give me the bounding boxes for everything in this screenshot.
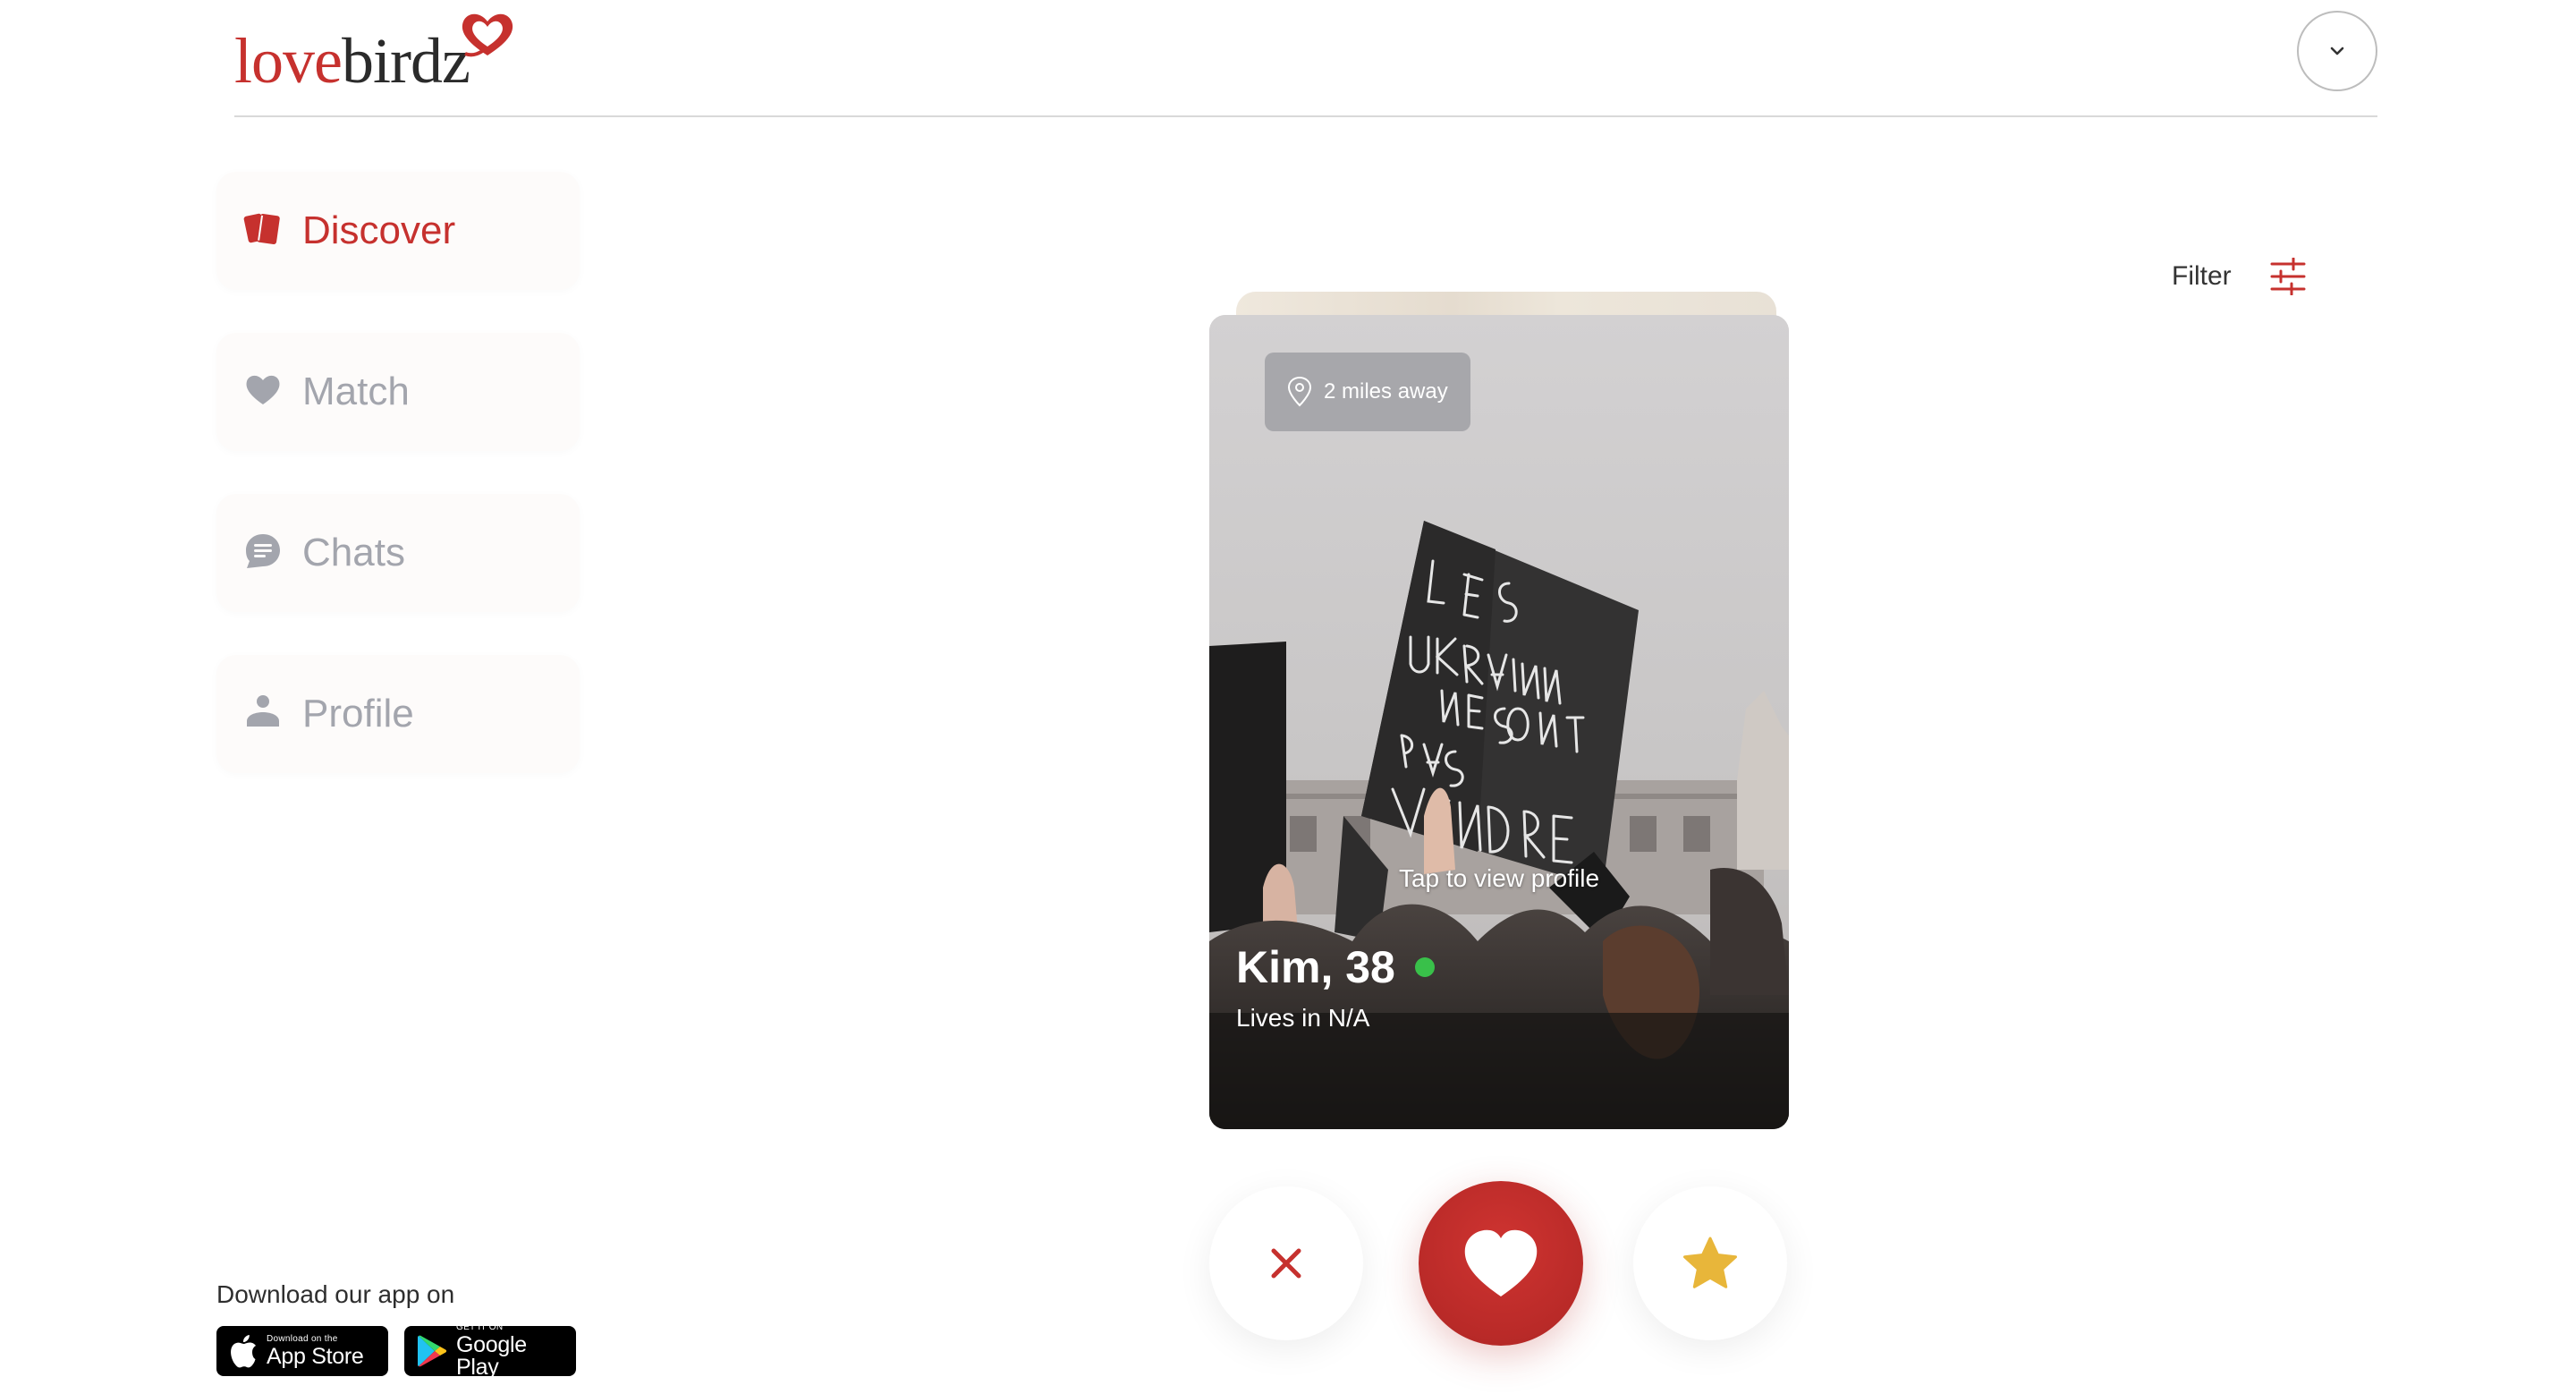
sliders-icon [2270,258,2306,295]
like-button[interactable] [1419,1181,1583,1346]
filter-label: Filter [2172,261,2232,291]
online-status-indicator [1414,957,1435,977]
distance-badge: 2 miles away [1265,353,1470,431]
super-like-button[interactable] [1633,1186,1787,1340]
sidebar-nav: Discover Match Chats Profile [216,172,580,816]
filter-button[interactable]: Filter [2172,258,2307,295]
sidebar-item-label: Chats [302,531,405,574]
account-menu-button[interactable] [2297,11,2377,91]
download-label: Download our app on [216,1280,455,1308]
sidebar-item-discover[interactable]: Discover [216,172,580,290]
pass-button[interactable] [1209,1186,1363,1340]
name-age-text: Kim, 38 [1236,942,1395,992]
app-store-big-text: App Store [267,1343,364,1369]
tap-to-view-profile-hint[interactable]: Tap to view profile [1209,864,1789,893]
google-play-small-text: GET IT ON [456,1322,504,1332]
sidebar-item-label: Discover [302,208,456,252]
app-store-badge[interactable]: Download on the App Store [216,1326,388,1376]
google-play-icon [418,1335,447,1367]
sidebar-item-profile[interactable]: Profile [216,655,580,773]
close-icon [1271,1248,1301,1279]
discover-page: lovebirdz Discover Match Chats Profile D… [0,0,2576,1394]
app-store-small-text: Download on the [267,1333,338,1344]
chat-bubble-icon [246,534,280,568]
sidebar-item-label: Match [302,370,410,413]
location-pin-icon [1287,377,1312,407]
top-header: lovebirdz [234,0,2377,117]
profile-name-age: Kim, 38 [1236,941,1435,993]
profile-card[interactable]: 2 miles away Tap to view profile Kim, 38… [1209,315,1789,1129]
sidebar-item-label: Profile [302,692,414,735]
download-app-section: Download our app on Download on the App … [216,1279,576,1380]
logo-heart-icon [462,13,513,57]
heart-icon [246,375,280,404]
cards-icon [243,213,280,244]
sidebar-item-chats[interactable]: Chats [216,494,580,612]
google-play-big-text: Google Play [456,1332,527,1380]
person-icon [247,695,279,727]
lovebirdz-logo[interactable]: lovebirdz [234,13,530,97]
google-play-badge[interactable]: GET IT ON Google Play [404,1322,576,1380]
store-badges: Download on the App Store GET IT ON Goog… [216,1322,576,1380]
logo-wordmark: lovebirdz [234,25,470,97]
profile-location: Lives in N/A [1236,1004,1370,1032]
heart-icon [1464,1229,1538,1296]
sidebar-item-match[interactable]: Match [216,333,580,451]
apple-icon [231,1335,256,1368]
star-icon [1683,1237,1737,1288]
distance-text: 2 miles away [1324,379,1448,404]
chevron-down-icon [2330,47,2344,55]
